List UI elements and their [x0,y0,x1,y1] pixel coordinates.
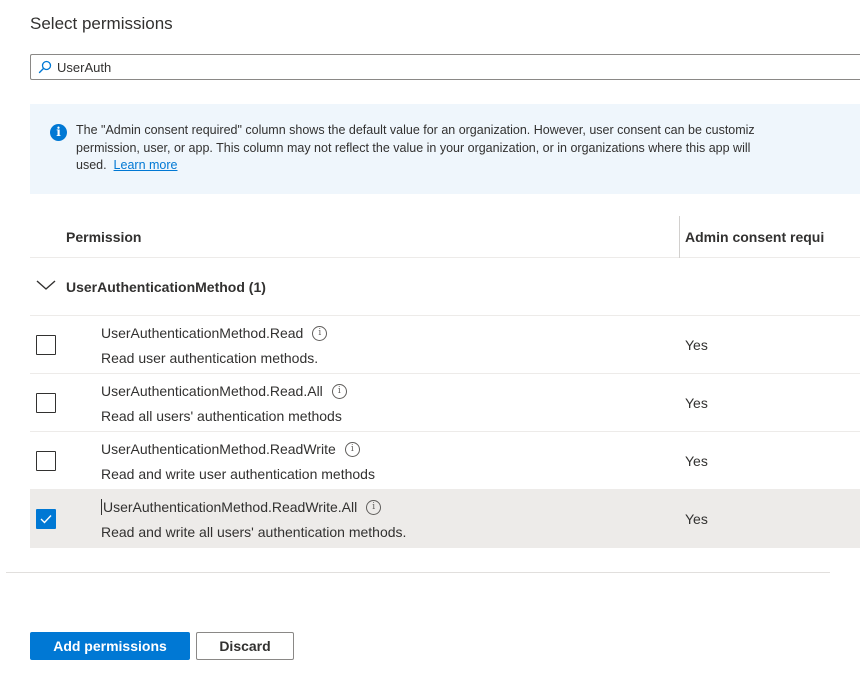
permission-description: Read and write all users' authentication… [101,524,407,540]
table-row[interactable]: UserAuthenticationMethod.ReadWrite i Rea… [30,432,860,490]
info-icon[interactable]: i [331,383,347,399]
admin-consent-value: Yes [685,395,708,411]
permission-name: UserAuthenticationMethod.Read.All i [101,383,347,399]
admin-consent-value: Yes [685,511,708,527]
permission-name-text: UserAuthenticationMethod.ReadWrite [101,441,336,457]
table-row[interactable]: UserAuthenticationMethod.Read.All i Read… [30,374,860,432]
select-permissions-panel: Select permissions i The "Admin consent … [0,0,860,684]
permission-name: UserAuthenticationMethod.Read i [101,325,328,341]
permission-checkbox[interactable] [36,393,56,413]
info-text-line-3: used. Learn more [76,157,860,175]
section-title: Select permissions [30,14,173,33]
search-icon [37,59,53,75]
table-row-selected[interactable]: UserAuthenticationMethod.ReadWrite.All i… [30,490,860,548]
info-icon[interactable]: i [344,441,360,457]
table-header: Permission Admin consent requi [30,216,860,258]
text-cursor [101,499,102,515]
permission-checkbox[interactable] [36,451,56,471]
info-icon: i [50,124,67,141]
permission-name-text: UserAuthenticationMethod.Read [101,325,304,341]
permission-checkbox[interactable] [36,335,56,355]
footer-divider [6,572,830,573]
permission-description: Read and write user authentication metho… [101,466,375,482]
info-icon[interactable]: i [366,499,382,515]
permission-name: UserAuthenticationMethod.ReadWrite i [101,441,360,457]
checkmark-icon [40,515,52,524]
add-permissions-button[interactable]: Add permissions [30,632,190,660]
column-header-permission[interactable]: Permission [66,229,141,245]
info-text-used: used. [76,158,107,172]
column-header-admin-consent[interactable]: Admin consent requi [685,229,860,245]
admin-consent-value: Yes [685,337,708,353]
permission-checkbox-checked[interactable] [36,509,56,529]
permission-description: Read user authentication methods. [101,350,319,366]
permission-group-row[interactable]: UserAuthenticationMethod (1) [30,258,860,316]
table-row[interactable]: UserAuthenticationMethod.Read i Read use… [30,316,860,374]
search-box[interactable] [30,54,860,80]
discard-button[interactable]: Discard [196,632,294,660]
info-banner: i The "Admin consent required" column sh… [30,104,860,194]
info-icon[interactable]: i [312,325,328,341]
permission-description: Read all users' authentication methods [101,408,342,424]
info-text-line-2: permission, user, or app. This column ma… [76,140,751,155]
permission-group-label: UserAuthenticationMethod (1) [66,279,266,295]
learn-more-link[interactable]: Learn more [114,158,178,172]
info-text-line-1: The "Admin consent required" column show… [76,123,755,137]
column-divider[interactable] [679,216,680,258]
permission-name: UserAuthenticationMethod.ReadWrite.All i [101,499,382,515]
admin-consent-value: Yes [685,453,708,469]
search-input[interactable] [53,56,860,78]
permission-name-text: UserAuthenticationMethod.ReadWrite.All [103,499,358,515]
chevron-down-icon[interactable] [35,278,57,292]
permission-name-text: UserAuthenticationMethod.Read.All [101,383,323,399]
